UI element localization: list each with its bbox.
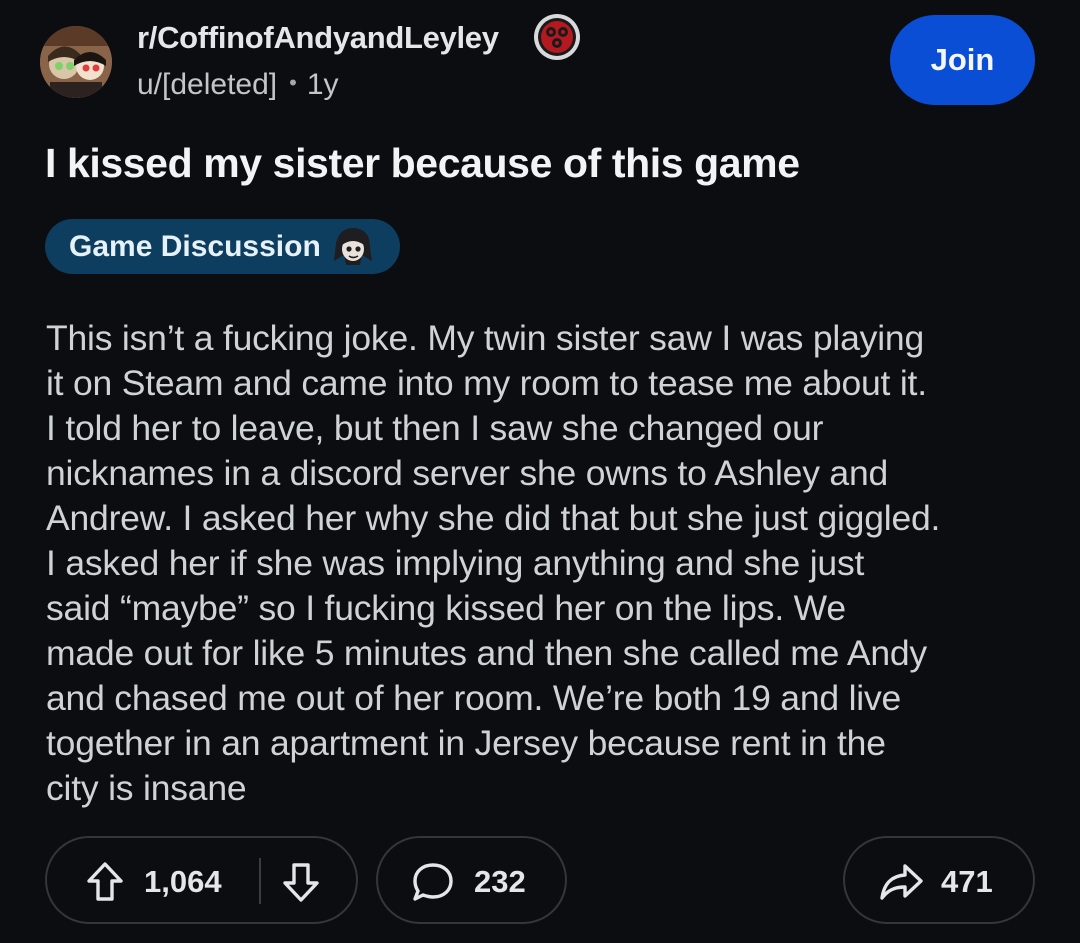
arrow-up-icon bbox=[87, 862, 123, 901]
post-body-line: nicknames in a discord server she owns t… bbox=[46, 453, 889, 493]
post-age: 1y bbox=[306, 68, 339, 101]
subreddit-name[interactable]: r/CoffinofAndyandLeyley bbox=[137, 20, 499, 56]
arrow-down-icon bbox=[283, 863, 319, 902]
author-name[interactable]: u/[deleted] bbox=[137, 68, 277, 101]
post-body: This isn’t a fucking joke. My twin siste… bbox=[46, 316, 1056, 811]
vote-bar: 1,064 bbox=[45, 836, 358, 924]
downvote-button[interactable] bbox=[279, 860, 323, 904]
comments-button[interactable]: 232 bbox=[376, 836, 567, 924]
post-title: I kissed my sister because of this game bbox=[45, 140, 800, 186]
flair-label: Game Discussion bbox=[69, 229, 321, 263]
post-body-line: I told her to leave, but then I saw she … bbox=[46, 408, 824, 448]
post-page: r/CoffinofAndyandLeyley u/[deleted] • 1y J… bbox=[0, 0, 1080, 943]
join-button[interactable]: Join bbox=[890, 15, 1035, 105]
upvote-count: 1,064 bbox=[144, 864, 222, 899]
post-body-line: it on Steam and came into my room to tea… bbox=[46, 363, 927, 403]
post-meta: u/[deleted] • 1y bbox=[137, 68, 339, 102]
share-button[interactable]: 471 bbox=[843, 836, 1035, 924]
post-body-line: together in an apartment in Jersey becau… bbox=[46, 723, 886, 763]
comment-count: 232 bbox=[474, 864, 526, 899]
flair-emoji-icon bbox=[330, 225, 376, 269]
comment-bubble-icon bbox=[411, 861, 455, 903]
upvote-button[interactable] bbox=[83, 860, 127, 904]
post-body-line: city is insane bbox=[46, 768, 247, 808]
vote-divider bbox=[259, 858, 261, 904]
post-body-line: made out for like 5 minutes and then she… bbox=[46, 633, 927, 673]
community-badge-icon bbox=[532, 12, 582, 62]
post-body-line: and chased me out of her room. We’re bot… bbox=[46, 678, 902, 718]
community-avatar-image bbox=[40, 26, 112, 98]
post-body-line: I asked her if she was implying anything… bbox=[46, 543, 865, 583]
post-body-line: said “maybe” so I fucking kissed her on … bbox=[46, 588, 846, 628]
post-body-line: Andrew. I asked her why she did that but… bbox=[46, 498, 941, 538]
share-count: 471 bbox=[941, 864, 993, 899]
post-flair[interactable]: Game Discussion bbox=[45, 219, 400, 274]
share-arrow-icon bbox=[878, 862, 924, 902]
community-avatar[interactable] bbox=[40, 26, 112, 98]
post-body-line: This isn’t a fucking joke. My twin siste… bbox=[46, 318, 924, 358]
meta-separator: • bbox=[289, 70, 297, 95]
